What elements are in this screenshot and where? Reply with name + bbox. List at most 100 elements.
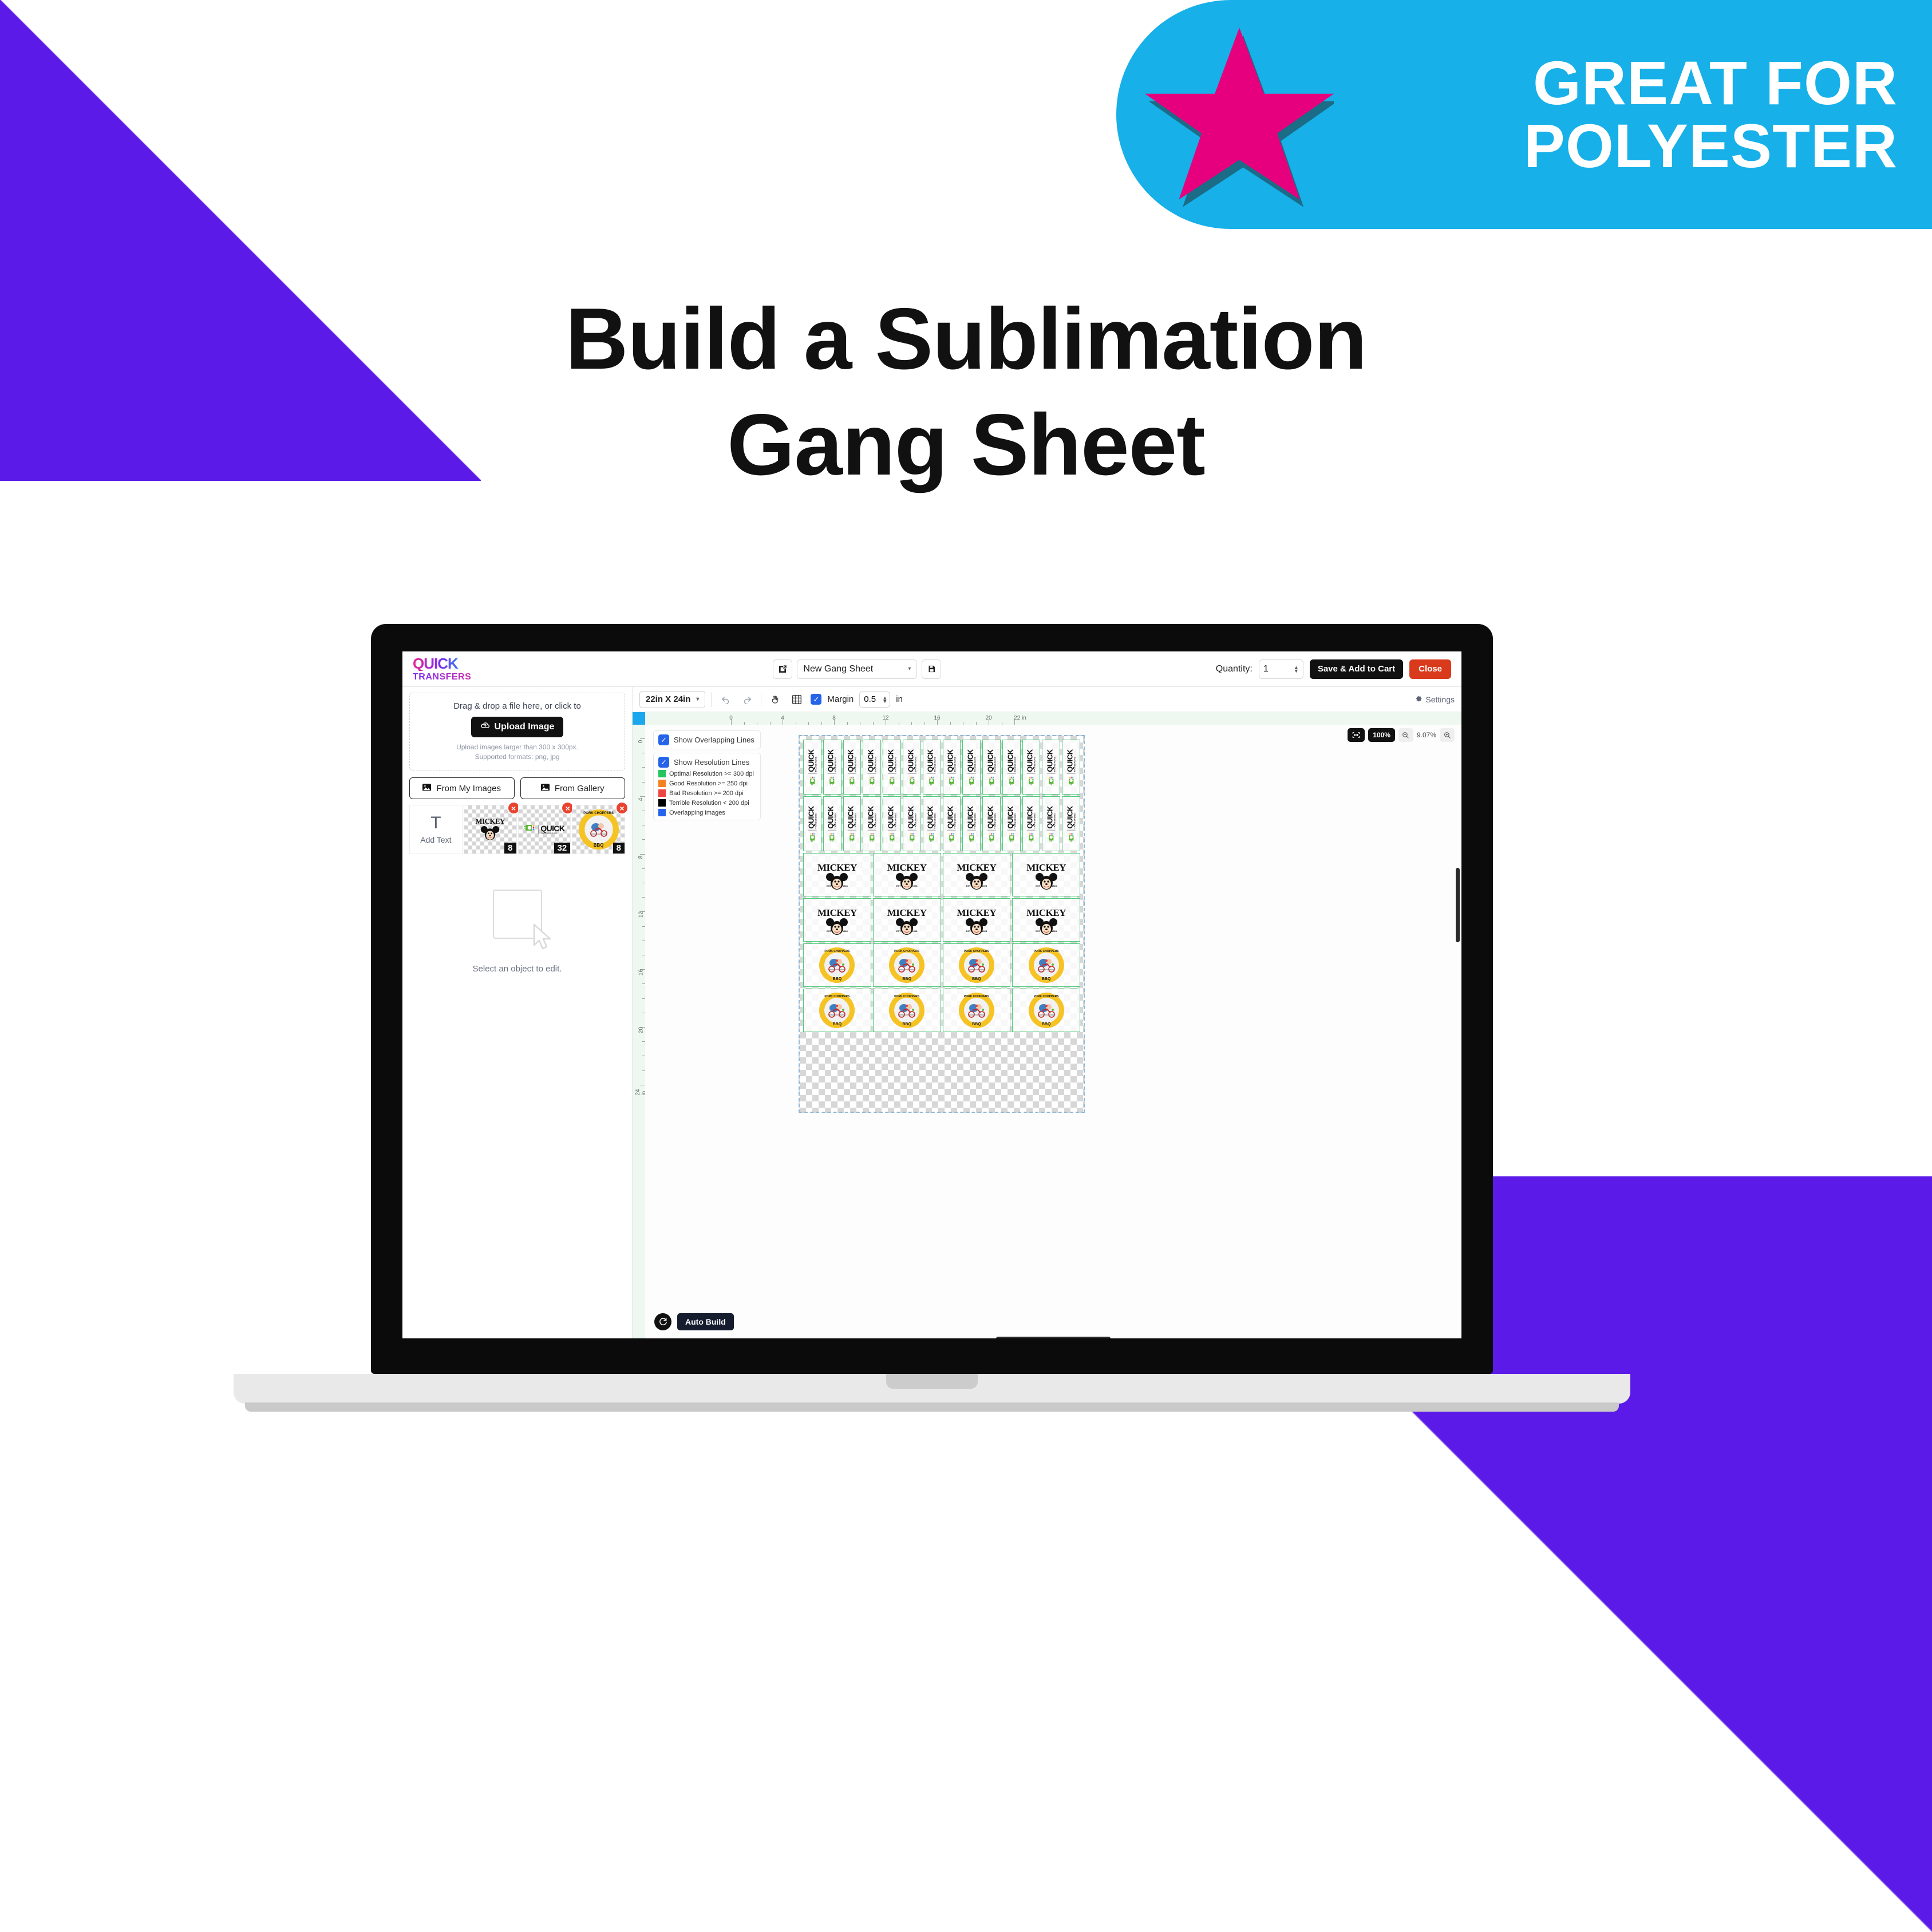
artwork-cell[interactable]: MICKEY EST 1928 (803, 898, 871, 942)
hand-icon[interactable] (767, 692, 783, 708)
quick-artwork: QUICK TRANSFERS (906, 806, 916, 842)
canvas-horizontal-scrollbar[interactable] (996, 1337, 1111, 1338)
fit-screen-icon[interactable] (1348, 728, 1365, 742)
artwork-cell[interactable]: QUICK TRANSFERS (883, 796, 901, 851)
edit-square-icon[interactable] (773, 659, 793, 679)
quick-artwork: QUICK TRANSFERS (827, 806, 837, 842)
upload-dropzone[interactable]: Drag & drop a file here, or click to Upl… (409, 693, 625, 771)
mickey-est-row: EST 1928 (827, 884, 848, 887)
artwork-cell[interactable]: PORK CHOPPERS BBQ (803, 943, 871, 987)
artwork-cell[interactable]: QUICK TRANSFERS (803, 740, 821, 795)
bbq-top-text: PORK CHOPPERS (824, 995, 850, 998)
mickey-est-row: EST 1928 (1036, 884, 1057, 887)
canvas-vertical-scrollbar[interactable] (1456, 868, 1460, 942)
from-gallery-button[interactable]: From Gallery (520, 777, 625, 799)
artwork-cell[interactable]: PORK CHOPPERS BBQ (803, 989, 871, 1032)
overlapping-lines-row[interactable]: ✓ Show Overlapping Lines (658, 734, 756, 745)
app-screen: QUICK TRANSFERS New Gang Sheet ▾ Quantit… (402, 651, 1461, 1338)
artwork-cell[interactable]: QUICK TRANSFERS (962, 740, 981, 795)
artwork-cell[interactable]: QUICK TRANSFERS (803, 796, 821, 851)
artwork-cell[interactable]: QUICK TRANSFERS (823, 796, 841, 851)
page-title-line-1: Build a Sublimation (565, 290, 1368, 388)
artwork-cell[interactable]: MICKEY EST 1928 (1012, 898, 1080, 942)
artwork-cell[interactable]: MICKEY EST 1928 (872, 898, 941, 942)
artwork-cell[interactable]: PORK CHOPPERS BBQ (1012, 943, 1080, 987)
quick-word: QUICK (540, 824, 565, 833)
artwork-cell[interactable]: QUICK TRANSFERS (1062, 796, 1080, 851)
quick-mark-icon (1067, 775, 1075, 785)
from-my-images-button[interactable]: From My Images (409, 777, 515, 799)
artwork-cell[interactable]: QUICK TRANSFERS (982, 796, 1001, 851)
gang-sheet-board[interactable]: QUICK TRANSFERS QUICK TRANSFERS QUICK TR… (799, 735, 1085, 1113)
undo-icon[interactable] (717, 692, 733, 708)
resolution-lines-row[interactable]: ✓ Show Resolution Lines (658, 757, 756, 768)
artwork-cell[interactable]: MICKEY EST 1928 (942, 853, 1011, 896)
artwork-cell[interactable]: QUICK TRANSFERS (922, 796, 941, 851)
artwork-cell[interactable]: QUICK TRANSFERS (1042, 740, 1061, 795)
artwork-cell[interactable]: PORK CHOPPERS BBQ (1012, 989, 1080, 1032)
artwork-cell[interactable]: QUICK TRANSFERS (1002, 796, 1021, 851)
grid-icon[interactable] (789, 692, 805, 708)
asset-thumbnail-mickey[interactable]: MICKEY × 8 (463, 801, 520, 854)
artwork-cell[interactable]: QUICK TRANSFERS (1022, 796, 1041, 851)
artwork-cell[interactable]: QUICK TRANSFERS (922, 740, 941, 795)
zoom-preset-100[interactable]: 100% (1368, 728, 1395, 742)
artwork-cell[interactable]: QUICK TRANSFERS (843, 740, 862, 795)
artwork-cell[interactable]: PORK CHOPPERS BBQ (942, 989, 1011, 1032)
show-resolution-lines-checkbox[interactable]: ✓ (658, 757, 669, 768)
artwork-cell[interactable]: MICKEY EST 1928 (1012, 853, 1080, 896)
margin-checkbox[interactable]: ✓ (811, 694, 822, 705)
artwork-cell[interactable]: QUICK TRANSFERS (962, 796, 981, 851)
auto-build-button[interactable]: Auto Build (677, 1313, 734, 1330)
artwork-cell[interactable]: PORK CHOPPERS BBQ (872, 989, 941, 1032)
artwork-cell[interactable]: QUICK TRANSFERS (1022, 740, 1041, 795)
gang-sheet-name-select[interactable]: New Gang Sheet ▾ (797, 659, 918, 679)
stepper-arrows-icon[interactable]: ▲ ▼ (1294, 665, 1299, 673)
add-text-tile[interactable]: T Add Text (409, 805, 463, 854)
settings-button[interactable]: Settings (1415, 695, 1455, 704)
artwork-cell[interactable]: QUICK TRANSFERS (883, 740, 901, 795)
quick-artwork: QUICK TRANSFERS (867, 749, 877, 785)
artwork-cell[interactable]: QUICK TRANSFERS (942, 796, 961, 851)
close-button[interactable]: Close (1409, 659, 1451, 679)
redo-icon[interactable] (739, 692, 755, 708)
artwork-cell[interactable]: QUICK TRANSFERS (902, 740, 921, 795)
artwork-cell[interactable]: MICKEY EST 1928 (942, 898, 1011, 942)
artwork-cell[interactable]: QUICK TRANSFERS (843, 796, 862, 851)
artwork-cell[interactable]: QUICK TRANSFERS (982, 740, 1001, 795)
remove-asset-icon[interactable]: × (615, 801, 629, 815)
bbq-top-text: PORK CHOPPERS (894, 995, 920, 998)
show-overlapping-lines-checkbox[interactable]: ✓ (658, 734, 669, 745)
artwork-cell[interactable]: QUICK TRANSFERS (863, 796, 882, 851)
stepper-arrows-icon[interactable]: ▲ ▼ (882, 695, 887, 704)
refresh-icon[interactable] (654, 1313, 671, 1330)
save-add-to-cart-button[interactable]: Save & Add to Cart (1309, 659, 1404, 679)
artwork-cell[interactable]: PORK CHOPPERS BBQ (872, 943, 941, 987)
artwork-cell[interactable]: QUICK TRANSFERS (902, 796, 921, 851)
zoom-out-icon[interactable] (1398, 728, 1413, 742)
quantity-stepper[interactable]: 1 ▲ ▼ (1258, 659, 1303, 679)
margin-input[interactable]: 0.5 ▲ ▼ (859, 691, 891, 708)
bbq-top-text: PORK CHOPPERS (963, 995, 989, 998)
empty-selection-text: Select an object to edit. (472, 964, 562, 974)
asset-thumbnail-bbq[interactable]: PORK CHOPPERS BBQ × 8 (572, 801, 629, 854)
save-disk-icon[interactable] (922, 659, 942, 679)
zoom-in-icon[interactable] (1440, 728, 1455, 742)
artwork-cell[interactable]: MICKEY EST 1928 (803, 853, 871, 896)
artwork-cell[interactable]: QUICK TRANSFERS (863, 740, 882, 795)
brand-logo[interactable]: QUICK TRANSFERS (413, 656, 499, 682)
artwork-cell[interactable]: QUICK TRANSFERS (1002, 740, 1021, 795)
artwork-cell[interactable]: QUICK TRANSFERS (1042, 796, 1061, 851)
mickey-est-right: 1928 (842, 929, 848, 933)
sheet-size-select[interactable]: 22in X 24in ▾ (639, 690, 706, 708)
asset-thumbnail-quick[interactable]: QUICK TRANSFERS × 32 (517, 801, 575, 854)
artwork-cell[interactable]: PORK CHOPPERS BBQ (942, 943, 1011, 987)
artwork-cell[interactable]: MICKEY EST 1928 (872, 853, 941, 896)
upload-image-button[interactable]: Upload Image (471, 717, 564, 737)
canvas-viewport[interactable]: ✓ Show Overlapping Lines ✓ Show Resoluti… (645, 725, 1461, 1338)
artwork-cell[interactable]: QUICK TRANSFERS (823, 740, 841, 795)
artwork-cell[interactable]: QUICK TRANSFERS (942, 740, 961, 795)
legend-item: Overlapping images (658, 809, 756, 816)
artwork-cell[interactable]: QUICK TRANSFERS (1062, 740, 1080, 795)
legend-item-label: Bad Resolution >= 200 dpi (669, 789, 744, 797)
